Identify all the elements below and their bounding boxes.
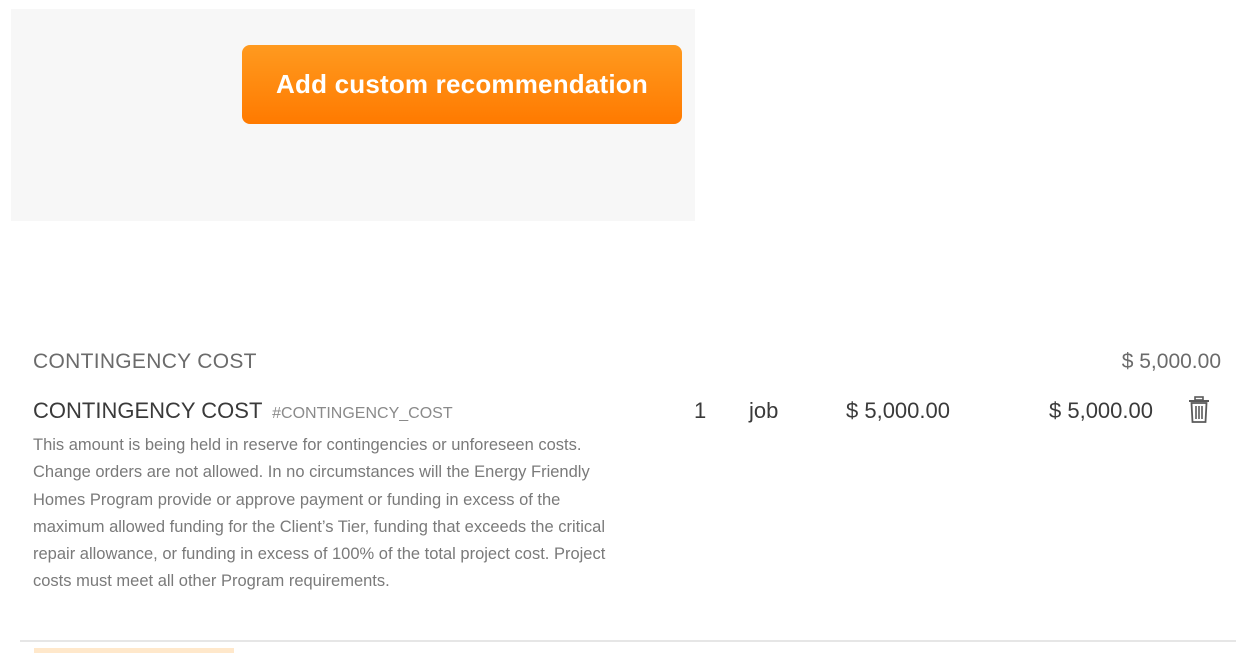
trash-icon[interactable] xyxy=(1187,396,1211,424)
add-custom-recommendation-button[interactable]: Add custom recommendation xyxy=(242,45,682,124)
line-item-unit-price[interactable]: $ 5,000.00 xyxy=(846,398,950,424)
line-item-total: $ 5,000.00 xyxy=(1049,398,1153,423)
line-item-name: CONTINGENCY COST #CONTINGENCY_COST xyxy=(33,398,453,424)
page: Add custom recommendation CONTINGENCY CO… xyxy=(0,0,1248,653)
line-item-description: This amount is being held in reserve for… xyxy=(33,436,606,591)
line-item-quantity[interactable]: 1 xyxy=(694,398,706,424)
contingency-cost-section: CONTINGENCY COST $ 5,000.00 CONTINGENCY … xyxy=(20,338,1236,642)
line-item-code: #CONTINGENCY_COST xyxy=(272,405,453,422)
next-section-edge xyxy=(34,648,234,653)
line-item-unit: job xyxy=(749,398,779,423)
line-item-title: CONTINGENCY COST xyxy=(33,398,262,423)
trash-icon-svg xyxy=(1189,396,1209,423)
category-total: $ 5,000.00 xyxy=(1121,350,1221,373)
recommendation-toolbar-panel: Add custom recommendation xyxy=(11,9,695,221)
category-title: CONTINGENCY COST xyxy=(33,350,257,373)
